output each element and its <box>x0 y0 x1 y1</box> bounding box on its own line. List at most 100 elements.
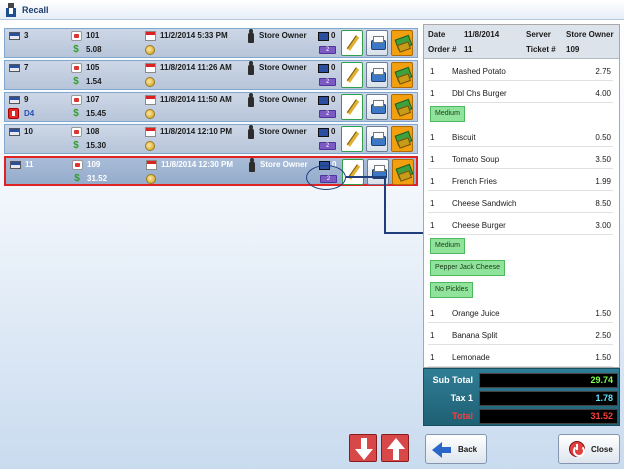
callout-highlight <box>306 165 346 190</box>
ticket-icon <box>72 160 83 170</box>
edit-button[interactable] <box>341 30 363 56</box>
ticket-label: Ticket # <box>526 45 556 54</box>
item-name: Orange Juice <box>452 309 500 318</box>
date-label: Date <box>428 30 446 39</box>
pay-button[interactable] <box>391 94 413 120</box>
item-name: Tomato Soup <box>452 155 500 164</box>
order-row[interactable]: 11 109 $31.52 11/8/2014 12:30 PM Store Owner… <box>4 156 418 186</box>
window-title: Recall <box>22 5 49 15</box>
item-qty: 1 <box>430 221 435 230</box>
order-row[interactable]: 10 108 $15.30 11/8/2014 12:10 PM Store Owner… <box>4 124 418 154</box>
item-price: 3.50 <box>595 155 611 164</box>
scroll-down-button[interactable] <box>349 434 377 462</box>
total-label: Total <box>452 411 473 421</box>
order-row[interactable]: 7 105 $1.54 11/8/2014 11:26 AM Store Owner 0 2 <box>4 60 418 90</box>
pay-button[interactable] <box>391 30 413 56</box>
item-modifier: Pepper Jack Cheese <box>430 260 505 276</box>
item-qty: 1 <box>430 133 435 142</box>
receipt-line-item[interactable]: 1 Lemonade 1.50 <box>428 347 613 367</box>
calendar-icon <box>146 160 157 170</box>
order-count: 0 <box>331 63 336 72</box>
receipt-line-item[interactable]: 1 Cheese Sandwich 8.50 <box>428 193 613 213</box>
dollar-icon: $ <box>73 76 79 87</box>
order-count: 0 <box>331 31 336 40</box>
pay-button[interactable] <box>391 62 413 88</box>
item-price: 4.00 <box>595 89 611 98</box>
receipt-line-item[interactable]: 1 Biscuit 0.50 <box>428 127 613 147</box>
edit-button[interactable] <box>341 94 363 120</box>
item-name: Biscuit <box>452 133 476 142</box>
item-qty: 1 <box>430 331 435 340</box>
ticket-icon <box>71 31 82 41</box>
dollar-icon: $ <box>74 173 80 184</box>
edit-button[interactable] <box>342 159 364 185</box>
item-qty: 1 <box>430 89 435 98</box>
receipt-line-item[interactable]: 1 Tomato Soup 3.50 <box>428 149 613 169</box>
item-name: Cheese Sandwich <box>452 199 517 208</box>
server-value: Store Owner <box>566 30 614 39</box>
total-value: 31.52 <box>479 409 618 424</box>
receipt-line-item[interactable]: 1 Mashed Potato 2.75 <box>428 61 613 81</box>
person-icon <box>248 93 254 107</box>
calendar-icon <box>145 63 156 73</box>
close-button[interactable]: Close <box>558 434 620 464</box>
receipt-line-item[interactable]: 1 French Fries 1.99 <box>428 171 613 191</box>
receipt-line-item[interactable]: 1 Orange Juice 1.50 <box>428 303 613 323</box>
order-row[interactable]: 9 D4 107 $15.45 11/8/2014 11:50 AM Store Owne… <box>4 92 418 122</box>
order-ticket: 107 <box>86 95 100 104</box>
ticket-value: 109 <box>566 45 580 54</box>
subtotal-label: Sub Total <box>432 375 473 385</box>
receipt-line-item[interactable]: 1 Dbl Chs Burger 4.00 <box>428 83 613 103</box>
pay-button[interactable] <box>392 159 414 185</box>
ticket-icon <box>71 95 82 105</box>
receipt-line-item[interactable]: 1 Banana Split 2.50 <box>428 325 613 345</box>
item-price: 1.50 <box>595 309 611 318</box>
item-qty: 1 <box>430 309 435 318</box>
item-qty: 1 <box>430 155 435 164</box>
receipt-line-item[interactable]: 1 Cheese Burger 3.00 <box>428 215 613 235</box>
arrow-up-icon <box>387 438 405 460</box>
calendar-icon <box>145 95 156 105</box>
item-price: 0.50 <box>595 133 611 142</box>
print-button[interactable] <box>366 30 388 56</box>
order-amount: 15.45 <box>86 109 107 118</box>
flag-icon <box>9 128 20 136</box>
status-badge[interactable]: 2 <box>319 46 336 54</box>
status-badge[interactable]: 2 <box>319 110 336 118</box>
scroll-up-button[interactable] <box>381 434 409 462</box>
order-count: 0 <box>331 127 336 136</box>
pay-button[interactable] <box>391 126 413 152</box>
order-server: Store Owner <box>259 63 307 72</box>
order-datetime: 11/8/2014 11:50 AM <box>160 95 232 104</box>
edit-button[interactable] <box>341 62 363 88</box>
status-badge[interactable]: 2 <box>319 142 336 150</box>
order-server: Store Owner <box>259 31 307 40</box>
item-qty: 1 <box>430 67 435 76</box>
globe-icon <box>145 141 155 151</box>
print-button[interactable] <box>366 126 388 152</box>
back-button[interactable]: Back <box>425 434 487 464</box>
item-price: 3.00 <box>595 221 611 230</box>
monitor-icon <box>318 64 329 73</box>
edit-button[interactable] <box>341 126 363 152</box>
item-name: Banana Split <box>452 331 498 340</box>
order-ticket: 109 <box>87 160 101 169</box>
print-button[interactable] <box>367 159 389 185</box>
flag-icon <box>10 161 21 169</box>
item-modifier: Medium <box>430 106 465 122</box>
order-amount: 5.08 <box>86 45 102 54</box>
status-badge[interactable]: 2 <box>319 78 336 86</box>
item-qty: 1 <box>430 177 435 186</box>
totals-panel: Sub Total 29.74 Tax 1 1.78 Total 31.52 <box>423 368 620 426</box>
order-table: 10 <box>24 127 33 136</box>
print-button[interactable] <box>366 94 388 120</box>
print-button[interactable] <box>366 62 388 88</box>
calendar-icon <box>145 31 156 41</box>
item-price: 2.50 <box>595 331 611 340</box>
item-price: 8.50 <box>595 199 611 208</box>
order-row[interactable]: 3 101 $5.08 11/2/2014 5:33 PM Store Owner 0 2 <box>4 28 418 58</box>
order-value: 11 <box>464 45 473 54</box>
order-amount: 1.54 <box>86 77 102 86</box>
item-modifier: Medium <box>430 238 465 254</box>
order-ticket: 108 <box>86 127 100 136</box>
